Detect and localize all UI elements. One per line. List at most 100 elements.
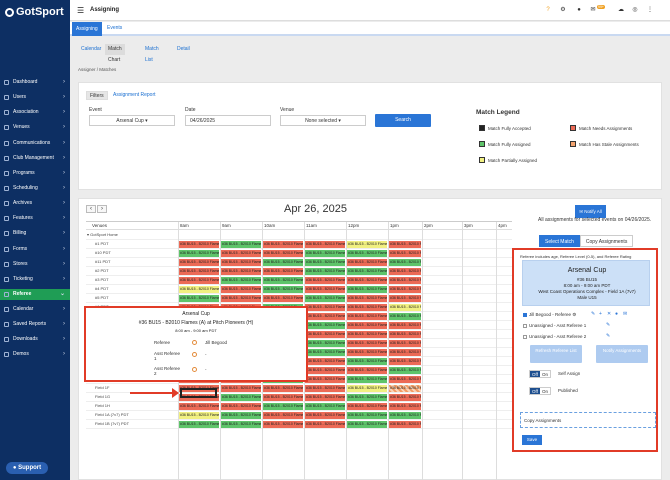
sidebar-item-features[interactable]: Features › xyxy=(0,213,70,224)
match-block[interactable]: #36 BU15 - B2010 Flames xyxy=(305,313,345,320)
tab-assignment-report[interactable]: Assignment Report xyxy=(110,91,159,100)
tab-events[interactable]: Events xyxy=(107,25,122,31)
sidebar-item-programs[interactable]: Programs › xyxy=(0,168,70,179)
match-block[interactable]: #36 BU15 - B2010 Flames xyxy=(389,349,421,356)
match-block[interactable]: #36 BU15 - B2010 Flames xyxy=(347,259,387,266)
match-block[interactable]: #36 BU15 - B2010 Flames xyxy=(263,412,303,419)
match-block[interactable]: #36 BU15 - B2010 Flames xyxy=(347,313,387,320)
sidebar-item-saved-reports[interactable]: Saved Reports › xyxy=(0,319,70,330)
sidebar-item-calendar[interactable]: Calendar › xyxy=(0,304,70,315)
edit-icon[interactable]: ✎ xyxy=(606,333,610,339)
match-block[interactable]: #36 BU15 - B2010 Flames xyxy=(305,286,345,293)
match-block[interactable]: #36 BU15 - B2010 Flames xyxy=(389,268,421,275)
match-block[interactable]: #36 BU15 - B2010 Flames xyxy=(347,286,387,293)
match-block[interactable]: #36 BU15 - B2010 Flames xyxy=(347,376,387,383)
match-block[interactable]: #36 BU15 - B2010 Flames xyxy=(221,403,261,410)
match-block[interactable]: #36 BU15 - B2010 Flames xyxy=(305,403,345,410)
match-block[interactable]: #36 BU15 - B2010 Flames xyxy=(305,277,345,284)
refresh-referee-list-button[interactable]: Refresh Referee List xyxy=(530,345,582,363)
apps-icon[interactable]: ⋮ xyxy=(647,7,653,13)
match-block[interactable]: #36 BU15 - B2010 Flames xyxy=(347,304,387,311)
match-block[interactable]: #36 BU15 - B2010 Flames xyxy=(389,331,421,338)
match-block[interactable]: #36 BU15 - B2010 Flames xyxy=(389,412,421,419)
match-block[interactable]: #36 BU15 - B2010 Flames xyxy=(305,331,345,338)
tab-select-match[interactable]: Select Match xyxy=(539,235,580,247)
next-day-button[interactable]: › xyxy=(97,205,107,213)
match-block[interactable]: #36 BU15 - B2010 Flames xyxy=(221,286,261,293)
match-block[interactable]: #36 BU15 - B2010 Flames xyxy=(347,349,387,356)
match-block[interactable]: #36 BU15 - B2010 Flames xyxy=(305,322,345,329)
event-select[interactable]: Arsenal Cup ▾ xyxy=(89,115,175,126)
mail-icon[interactable]: ✉ xyxy=(590,7,596,13)
match-block[interactable]: #36 BU15 - B2010 Flames xyxy=(221,259,261,266)
sidebar-item-downloads[interactable]: Downloads › xyxy=(0,334,70,345)
match-block[interactable]: #36 BU15 - B2010 Flames xyxy=(263,241,303,248)
search-button[interactable]: Search xyxy=(375,114,431,127)
match-block[interactable]: #36 BU15 - B2010 Flames xyxy=(179,250,219,257)
match-block[interactable]: #36 BU15 - B2010 Flames xyxy=(305,358,345,365)
match-block[interactable]: #36 BU15 - B2010 Flames xyxy=(305,304,345,311)
match-block[interactable]: #36 BU15 - B2010 Flames xyxy=(305,367,345,374)
match-block[interactable]: #36 BU15 - B2010 Flames xyxy=(179,295,219,302)
match-block[interactable]: #36 BU15 - B2010 Flames xyxy=(389,295,421,302)
edit-icon[interactable]: ✎ xyxy=(591,311,595,317)
help-icon[interactable]: ? xyxy=(545,7,551,13)
match-block[interactable]: #36 BU15 - B2010 Flames xyxy=(347,322,387,329)
match-block[interactable]: #36 BU15 - B2010 Flames xyxy=(305,259,345,266)
menu-icon[interactable]: ☰ xyxy=(77,6,84,15)
match-block[interactable]: #36 BU15 - B2010 Flames xyxy=(305,421,345,428)
match-block[interactable]: #36 BU15 - B2010 Flames xyxy=(179,286,219,293)
tab-calendar[interactable]: Calendar xyxy=(78,44,104,55)
match-block[interactable]: #36 BU15 - B2010 Flames xyxy=(305,394,345,401)
copy-assignments-field[interactable]: Copy Assignments xyxy=(520,412,656,428)
match-block[interactable]: #36 BU15 - B2010 Flames xyxy=(389,259,421,266)
match-block[interactable]: #36 BU15 - B2010 Flames xyxy=(305,349,345,356)
match-block[interactable]: #36 BU15 - B2010 Flames xyxy=(221,250,261,257)
match-block[interactable]: #36 BU15 - B2010 Flames xyxy=(305,385,345,392)
match-block[interactable]: #36 BU15 - B2010 Flames xyxy=(347,358,387,365)
notify-assignments-button[interactable]: Notify Assignments xyxy=(596,345,648,363)
date-input[interactable]: 04/26/2025 xyxy=(185,115,271,126)
match-block[interactable]: #36 BU15 - B2010 Flames xyxy=(179,403,219,410)
match-block[interactable]: #36 BU15 - B2010 Flames xyxy=(221,394,261,401)
sidebar-item-dashboard[interactable]: Dashboard › xyxy=(0,77,70,88)
checkbox-icon[interactable] xyxy=(523,323,527,328)
match-block[interactable]: #36 BU15 - B2010 Flames xyxy=(179,421,219,428)
match-block[interactable]: #36 BU15 - B2010 Flames xyxy=(221,412,261,419)
match-block[interactable]: #36 BU15 - B2010 Flames xyxy=(263,394,303,401)
prev-day-button[interactable]: ‹ xyxy=(86,205,96,213)
match-block[interactable]: #36 BU15 - B2010 Flames xyxy=(263,286,303,293)
referee-slot[interactable]: Unassigned - Asst Referee 2 xyxy=(523,334,586,339)
sidebar-item-billing[interactable]: Billing › xyxy=(0,228,70,239)
match-block[interactable]: #36 BU15 - B2010 Flames xyxy=(389,421,421,428)
match-block[interactable]: #36 BU15 - B2010 Flames xyxy=(179,241,219,248)
accept-icon[interactable]: ● xyxy=(615,311,618,317)
match-block[interactable]: #36 BU15 - B2010 Flames xyxy=(221,277,261,284)
match-block[interactable]: #36 BU15 - B2010 Flames xyxy=(347,403,387,410)
tab-match-chart[interactable]: Match Chart xyxy=(105,44,125,63)
match-block[interactable]: #36 BU15 - B2010 Flames xyxy=(389,313,421,320)
match-block[interactable]: #36 BU15 - B2010 Flames xyxy=(347,385,387,392)
match-block[interactable]: #36 BU15 - B2010 Flames xyxy=(263,259,303,266)
match-block[interactable]: #36 BU15 - B2010 Flames xyxy=(389,304,421,311)
match-block[interactable]: #36 BU15 - B2010 Flames xyxy=(221,268,261,275)
remove-icon[interactable]: ✕ xyxy=(607,311,611,317)
support-button[interactable]: ● Support xyxy=(6,462,48,474)
edit-icon[interactable]: ✎ xyxy=(606,322,610,328)
match-block[interactable]: #36 BU15 - B2010 Flames xyxy=(347,394,387,401)
match-block[interactable]: #36 BU15 - B2010 Flames xyxy=(389,376,421,383)
match-block[interactable]: #36 BU15 - B2010 Flames xyxy=(389,394,421,401)
self-assign-toggle[interactable]: Off On xyxy=(529,370,551,378)
checkbox-icon[interactable] xyxy=(523,313,527,317)
match-block[interactable]: #36 BU15 - B2010 Flames xyxy=(179,412,219,419)
sidebar-item-venues[interactable]: Venues › xyxy=(0,122,70,133)
match-block[interactable]: #36 BU15 - B2010 Flames xyxy=(305,241,345,248)
match-block[interactable]: #36 BU15 - B2010 Flames xyxy=(263,277,303,284)
match-block[interactable]: #36 BU15 - B2010 Flames xyxy=(305,268,345,275)
match-block[interactable]: #36 BU15 - B2010 Flames xyxy=(221,385,261,392)
match-block[interactable]: #36 BU15 - B2010 Flames xyxy=(389,277,421,284)
match-block[interactable]: #36 BU15 - B2010 Flames xyxy=(347,421,387,428)
match-block[interactable]: #36 BU15 - B2010 Flames xyxy=(263,268,303,275)
checkbox-icon[interactable] xyxy=(523,334,527,339)
match-block[interactable]: #36 BU15 - B2010 Flames xyxy=(347,412,387,419)
